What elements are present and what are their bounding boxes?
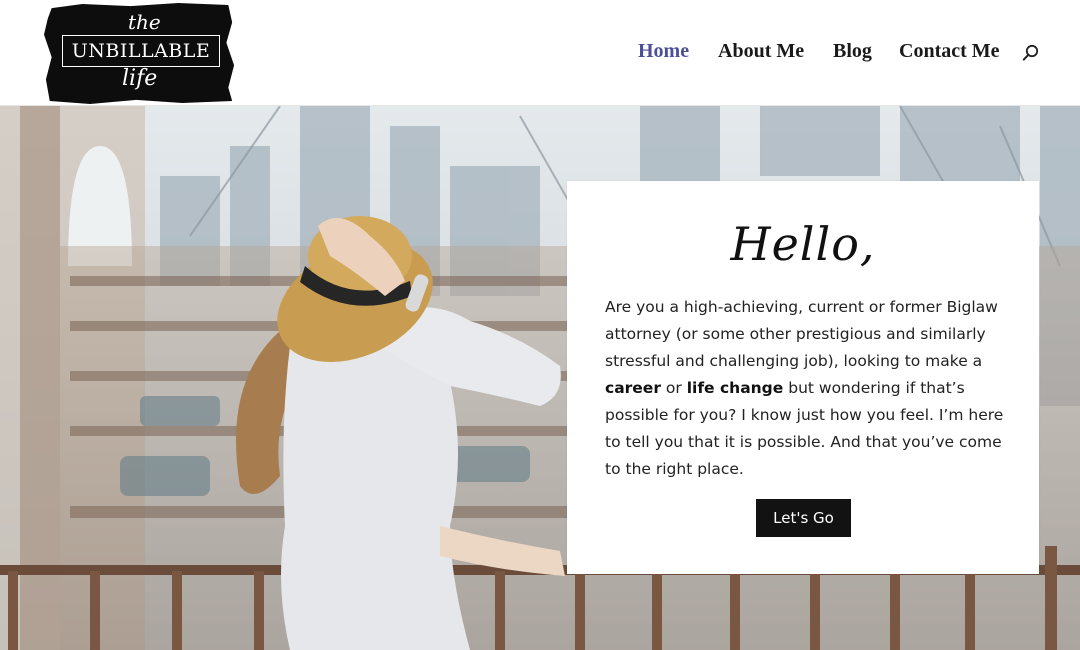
intro-text-2: or — [660, 379, 687, 397]
logo-line-the: the — [128, 10, 161, 34]
intro-bold-life-change: life change — [686, 379, 784, 397]
intro-paragraph: Are you a high-achieving, current or for… — [605, 294, 1005, 483]
site-header: the UNBILLABLE life Home About Me Blog C… — [0, 0, 1080, 106]
nav-item-home[interactable]: Home — [638, 40, 689, 63]
hero-section: Hello, Are you a high-achieving, current… — [0, 106, 1080, 650]
intro-card: Hello, Are you a high-achieving, current… — [567, 181, 1039, 574]
nav-item-about-me[interactable]: About Me — [718, 40, 804, 63]
intro-bold-career: career — [605, 379, 661, 397]
main-nav: Home About Me Blog Contact Me — [0, 40, 1080, 66]
logo-line-life: life — [122, 66, 158, 91]
nav-item-contact-me[interactable]: Contact Me — [899, 40, 1000, 63]
greeting-heading: Hello, — [730, 217, 876, 271]
search-icon[interactable] — [1022, 44, 1040, 62]
lets-go-button[interactable]: Let's Go — [756, 499, 851, 537]
intro-text-1: Are you a high-achieving, current or for… — [605, 298, 998, 370]
nav-item-blog[interactable]: Blog — [833, 40, 872, 63]
